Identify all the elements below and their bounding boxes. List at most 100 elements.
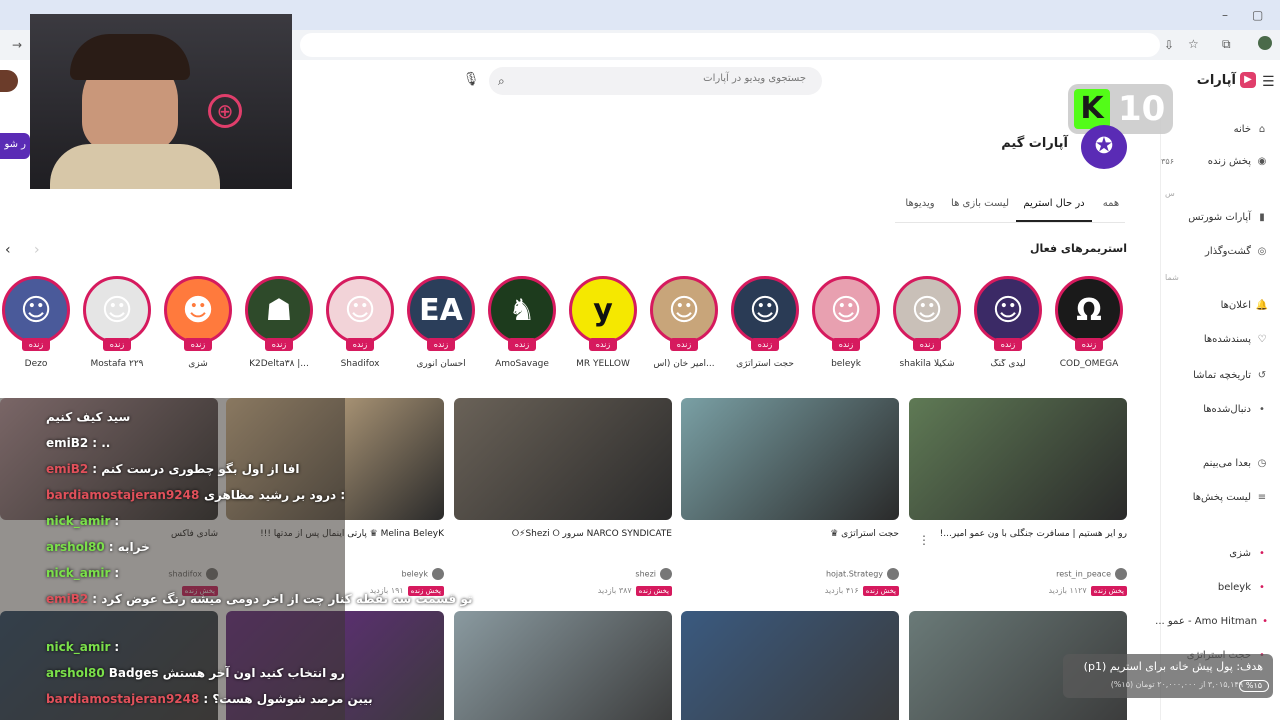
sidebar-item[interactable]: • شزی <box>1168 543 1268 563</box>
video-thumbnail[interactable] <box>454 611 672 720</box>
video-title[interactable]: رو ایر هستیم | مسافرت جنگلی با ون عمو ام… <box>909 527 1127 557</box>
sidebar-item-label: Amo Hitman - عمو ... <box>1155 615 1258 627</box>
chat-message: سید کیف کنیم <box>46 410 130 424</box>
video-title[interactable]: حجت استراتژی ♛ <box>681 527 899 557</box>
bell-icon: 🔔 <box>1255 299 1268 311</box>
home-icon: ⌂ <box>1258 123 1266 135</box>
live-tag: پخش زنده <box>862 586 899 596</box>
chat-text: : <box>114 514 120 528</box>
sidebar-item-label: اعلان‌ها <box>1220 299 1251 311</box>
chat-username: emiB2 <box>46 592 89 606</box>
chat-username: emiB2 <box>46 436 89 450</box>
sidebar-item[interactable]: ◉ پخش زنده <box>1168 151 1268 171</box>
live-tag: پخش زنده <box>635 586 672 596</box>
video-title[interactable]: NARCO SYNDICATE سرور ⭘ Shezi⚡⭘ <box>454 527 672 557</box>
sidebar-item-label: خانه <box>1233 123 1251 135</box>
donation-goal: هدف: پول پیش خانه برای استریم (p1) ۳,۰۱۵… <box>1063 654 1273 698</box>
chat-message: nick_amir: <box>46 640 119 654</box>
video-thumbnail[interactable] <box>454 398 672 520</box>
compass-icon: ◎ <box>1257 245 1267 257</box>
stream-chat-overlay: سید کیف کنیم emiB2: .. emiB2: افا از اول ب… <box>0 398 472 720</box>
video-channel[interactable]: rest_in_peace <box>909 568 1127 582</box>
sidebar-item[interactable]: ♡ پسندشده‌ها <box>1168 329 1268 349</box>
sidebar-item[interactable]: ≡ لیست پخش‌ها <box>1168 487 1268 507</box>
sidebar-item[interactable]: 🔔 اعلان‌ها <box>1168 295 1268 315</box>
sidebar-item[interactable]: • Amo Hitman - عمو ... <box>1155 611 1268 631</box>
chat-text: درود بر رشید مظاهری : <box>204 488 346 502</box>
chat-message: emiB2: .. <box>46 436 110 450</box>
chat-message: emiB2: افا از اول بگو چطوری درست کنم <box>46 462 299 476</box>
maximize-icon[interactable]: ▢ <box>1252 8 1263 22</box>
chat-message: arshol80: خرابه <box>46 540 150 554</box>
sidebar-item-label: پخش زنده <box>1207 155 1251 167</box>
site-logo[interactable]: ▶ آپارات <box>1184 68 1256 92</box>
sidebar-item-label: تاریخچه تماشا <box>1193 369 1251 381</box>
chat-text: : .. <box>92 436 111 450</box>
chat-username: bardiamostajeran9248 <box>46 692 200 706</box>
streamer-shirt <box>50 144 220 189</box>
video-views: ۳۸۷ بازدید <box>597 586 632 595</box>
minimize-icon[interactable]: – <box>1222 8 1228 22</box>
chat-message: emiB2: تو قسمت سه نقطه کنار چت از اخر دو… <box>46 592 472 606</box>
playlist-icon: ≡ <box>1257 491 1267 503</box>
chat-username: emiB2 <box>46 462 89 476</box>
sidebar-badge: ۳۵۶ <box>1161 157 1174 166</box>
extensions-icon[interactable]: ⧉ <box>1222 37 1231 51</box>
live-icon: ◉ <box>1257 155 1267 167</box>
chat-message: nick_amir: <box>46 566 119 580</box>
sidebar-item-label: پسندشده‌ها <box>1203 333 1251 345</box>
sidebar-item[interactable]: ⌂ خانه <box>1168 119 1268 139</box>
chat-username: arshol80 <box>46 666 105 680</box>
heart-icon: ♡ <box>1257 333 1267 345</box>
chat-text: : <box>114 640 120 654</box>
target-logo-icon: ⊕ <box>208 94 242 128</box>
video-views: ۱۱۲۷ بازدید <box>1048 586 1087 595</box>
chat-username: nick_amir <box>46 566 111 580</box>
history-icon: ↺ <box>1257 369 1267 381</box>
chat-message: bardiamostajeran9248: بیبن مرصد شوشول هس… <box>46 692 373 706</box>
video-channel[interactable]: shezi <box>454 568 672 582</box>
sidebar-item-label: بعدا می‌بینم <box>1203 457 1251 469</box>
sidebar-item[interactable]: ◎ گشت‌وگذار <box>1168 241 1268 261</box>
sidebar-item[interactable]: ▮ آپارات شورتس <box>1168 207 1268 227</box>
chat-text: : <box>114 566 120 580</box>
chat-text: : تو قسمت سه نقطه کنار چت از اخر دومی می… <box>92 592 473 606</box>
video-meta: پخش زنده۴۱۶ بازدید <box>681 586 899 600</box>
video-thumbnail[interactable] <box>909 398 1127 520</box>
bookmark-star-icon[interactable]: ☆ <box>1188 37 1199 51</box>
channel-avatar <box>887 568 899 580</box>
goal-percent: %۱۵ <box>1239 680 1269 692</box>
video-channel-name: hojat.Strategy <box>825 569 883 579</box>
clock-icon: ◷ <box>1257 457 1267 469</box>
install-icon[interactable]: ⇩ <box>1164 38 1174 52</box>
webcam-overlay: ⊕ <box>30 14 292 189</box>
screen: { "header": { "logo_text": "آپارات", "se… <box>0 0 1280 720</box>
video-meta: پخش زنده۳۸۷ بازدید <box>454 586 672 600</box>
shorts-icon: ▮ <box>1259 211 1265 223</box>
sidebar-item-label: شزی <box>1229 547 1251 559</box>
follow-icon: • <box>1259 403 1265 415</box>
chat-text: Badges رو انتخاب کنید اون آخر هستش <box>108 666 345 680</box>
sidebar-section-label: شما <box>1165 273 1179 282</box>
chat-message: arshol80 Badges رو انتخاب کنید اون آخر هس… <box>46 666 345 680</box>
profile-icon[interactable] <box>1258 36 1272 50</box>
chat-message: nick_amir: <box>46 514 119 528</box>
streamer-hair <box>70 34 190 80</box>
channel-avatar <box>660 568 672 580</box>
logo-text: آپارات <box>1196 72 1236 88</box>
sidebar-item[interactable]: • دنبال‌شده‌ها <box>1168 399 1268 419</box>
more-options-icon[interactable]: ⋮ <box>918 533 930 547</box>
video-channel[interactable]: hojat.Strategy <box>681 568 899 582</box>
video-channel-name: rest_in_peace <box>1056 569 1111 579</box>
sidebar-item[interactable]: • beleyk <box>1168 577 1268 597</box>
menu-icon[interactable]: ☰ <box>1262 74 1275 90</box>
sidebar-item[interactable]: ◷ بعدا می‌بینم <box>1168 453 1268 473</box>
video-channel-name: shezi <box>635 569 656 579</box>
video-thumbnail[interactable] <box>681 611 899 720</box>
channel-avatar <box>1115 568 1127 580</box>
chat-text: : بیبن مرصد شوشول هست؟ <box>203 692 373 706</box>
sidebar-item[interactable]: ↺ تاریخچه تماشا <box>1168 365 1268 385</box>
chat-text: : خرابه <box>108 540 150 554</box>
video-thumbnail[interactable] <box>681 398 899 520</box>
sidebar-section-label: س <box>1165 189 1175 198</box>
